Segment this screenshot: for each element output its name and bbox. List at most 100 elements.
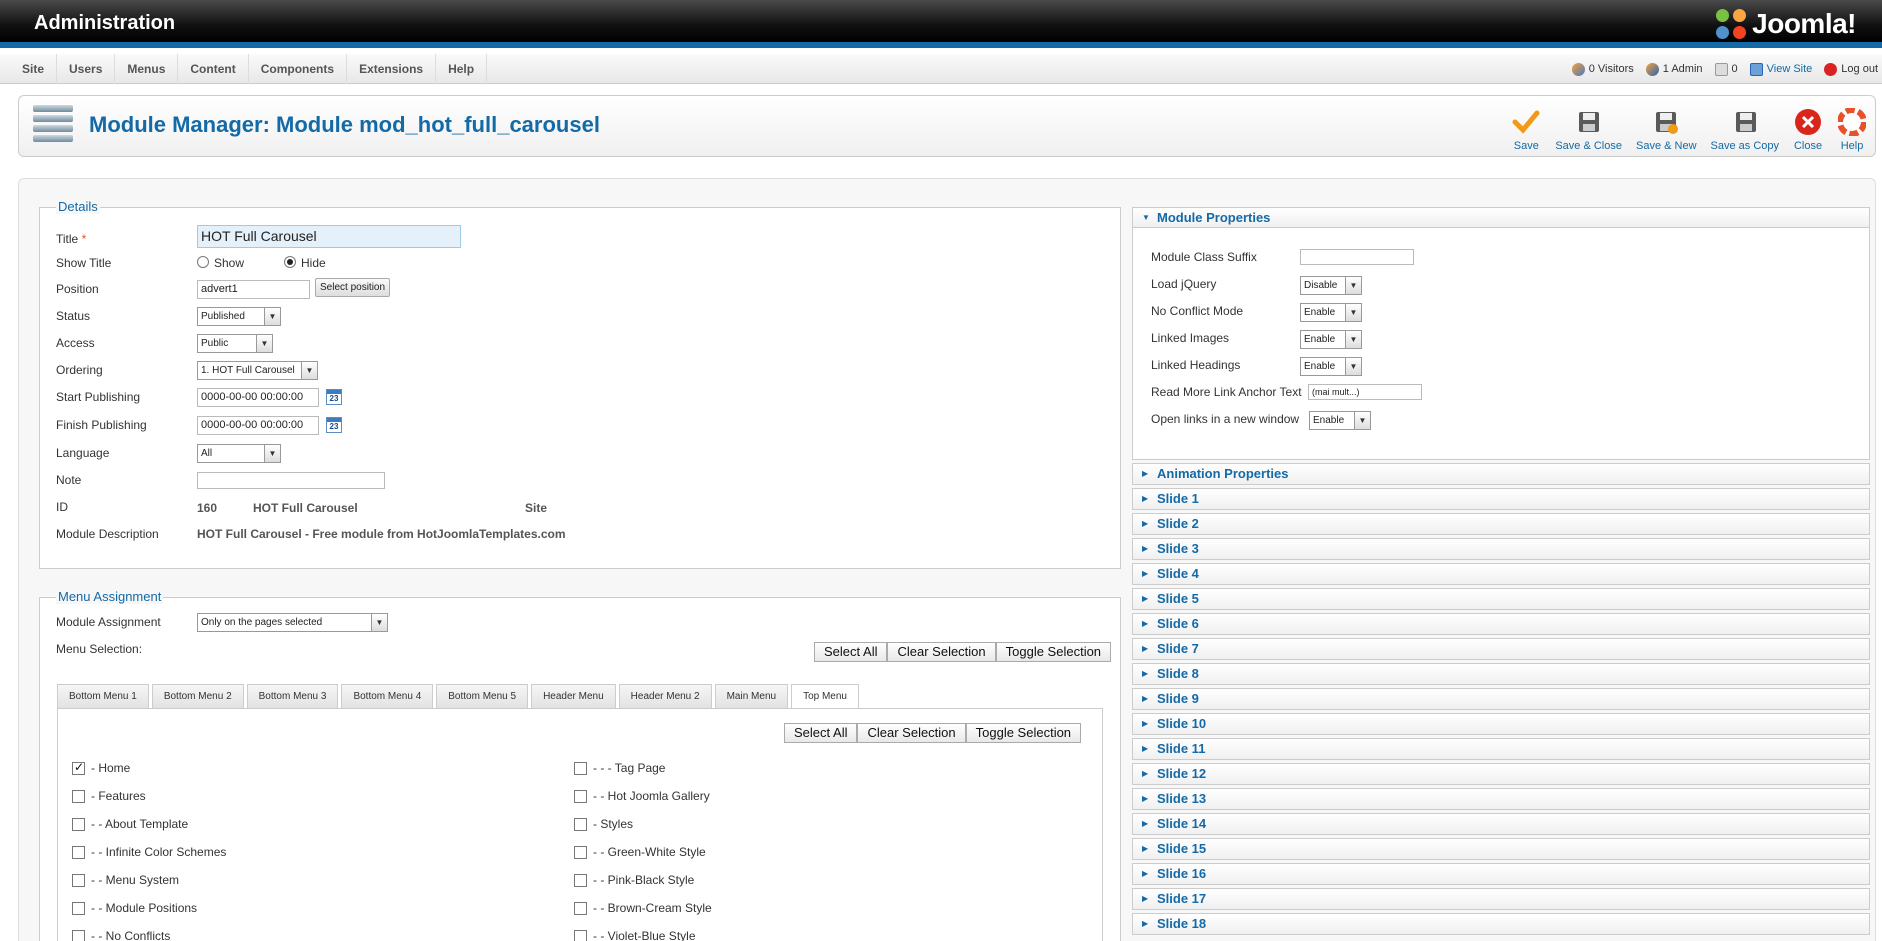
tab-clear-selection-button[interactable]: Clear Selection: [857, 723, 966, 743]
menu-content[interactable]: Content: [178, 54, 249, 84]
list-item[interactable]: - - Infinite Color Schemes: [72, 845, 226, 859]
status-select[interactable]: Published ▼: [197, 307, 281, 326]
slide-18-header[interactable]: Slide 18: [1132, 913, 1870, 935]
slide-3-header[interactable]: Slide 3: [1132, 538, 1870, 560]
save-close-button[interactable]: Save & Close: [1555, 102, 1622, 152]
tab-bottom-menu-3[interactable]: Bottom Menu 3: [246, 684, 339, 708]
list-item[interactable]: - Home: [72, 760, 130, 775]
select-all-button[interactable]: Select All: [814, 642, 888, 662]
position-input[interactable]: advert1: [197, 280, 310, 299]
close-button[interactable]: Close: [1793, 102, 1823, 152]
toggle-selection-button[interactable]: Toggle Selection: [995, 642, 1112, 662]
slide-9-header[interactable]: Slide 9: [1132, 688, 1870, 710]
slide-12-header[interactable]: Slide 12: [1132, 763, 1870, 785]
tab-top-menu[interactable]: Top Menu: [791, 684, 859, 709]
save-copy-button[interactable]: Save as Copy: [1711, 102, 1779, 152]
slide-17-header[interactable]: Slide 17: [1132, 888, 1870, 910]
calendar-icon[interactable]: 23: [326, 389, 342, 405]
menu-item-checkbox[interactable]: [72, 760, 85, 775]
animation-properties-header[interactable]: Animation Properties: [1132, 463, 1870, 485]
view-site-text[interactable]: View Site: [1767, 63, 1813, 75]
menu-components[interactable]: Components: [249, 54, 348, 84]
start-publishing-input[interactable]: 0000-00-00 00:00:00: [197, 388, 319, 407]
list-item[interactable]: - Styles: [574, 817, 633, 831]
tab-bottom-menu-4[interactable]: Bottom Menu 4: [341, 684, 434, 708]
list-item[interactable]: - - About Template: [72, 817, 188, 831]
list-item[interactable]: - - Brown-Cream Style: [574, 901, 712, 915]
menu-extensions[interactable]: Extensions: [347, 54, 437, 84]
no-conflict-select[interactable]: Enable ▼: [1300, 303, 1362, 322]
menu-item-checkbox[interactable]: [574, 929, 587, 941]
list-item[interactable]: - - Menu System: [72, 873, 179, 887]
list-item[interactable]: - - No Conflicts: [72, 929, 170, 941]
tab-main-menu[interactable]: Main Menu: [714, 684, 789, 708]
tab-bottom-menu-2[interactable]: Bottom Menu 2: [151, 684, 244, 708]
slide-10-header[interactable]: Slide 10: [1132, 713, 1870, 735]
read-more-input[interactable]: (mai mult...): [1308, 384, 1422, 400]
menu-item-checkbox[interactable]: [574, 901, 587, 915]
access-select[interactable]: Public ▼: [197, 334, 273, 353]
slide-13-header[interactable]: Slide 13: [1132, 788, 1870, 810]
list-item[interactable]: - - - Tag Page: [574, 761, 665, 775]
menu-users[interactable]: Users: [57, 54, 116, 84]
linked-headings-select[interactable]: Enable ▼: [1300, 357, 1362, 376]
logout-link[interactable]: Log out: [1824, 62, 1878, 76]
tab-select-all-button[interactable]: Select All: [784, 723, 858, 743]
ordering-select[interactable]: 1. HOT Full Carousel ▼: [197, 361, 318, 380]
save-button[interactable]: Save: [1511, 102, 1541, 152]
slide-15-header[interactable]: Slide 15: [1132, 838, 1870, 860]
slide-11-header[interactable]: Slide 11: [1132, 738, 1870, 760]
menu-item-checkbox[interactable]: [574, 761, 587, 775]
title-input[interactable]: HOT Full Carousel: [197, 225, 461, 248]
menu-item-checkbox[interactable]: [72, 817, 85, 831]
menu-item-checkbox[interactable]: [72, 929, 85, 941]
clear-selection-button[interactable]: Clear Selection: [887, 642, 996, 662]
menu-item-checkbox[interactable]: [574, 873, 587, 887]
menu-item-checkbox[interactable]: [574, 845, 587, 859]
tab-header-menu[interactable]: Header Menu: [531, 684, 616, 708]
menu-help[interactable]: Help: [436, 54, 488, 84]
menu-item-checkbox[interactable]: [574, 817, 587, 831]
module-assignment-select[interactable]: Only on the pages selected ▼: [197, 613, 388, 632]
calendar-icon[interactable]: 23: [326, 417, 342, 433]
load-jquery-select[interactable]: Disable ▼: [1300, 276, 1362, 295]
list-item[interactable]: - - Hot Joomla Gallery: [574, 789, 710, 803]
list-item[interactable]: - Features: [72, 789, 146, 803]
slide-2-header[interactable]: Slide 2: [1132, 513, 1870, 535]
linked-images-select[interactable]: Enable ▼: [1300, 330, 1362, 349]
tab-toggle-selection-button[interactable]: Toggle Selection: [965, 723, 1082, 743]
list-item[interactable]: - - Module Positions: [72, 901, 197, 915]
menu-item-checkbox[interactable]: [574, 789, 587, 803]
menu-menus[interactable]: Menus: [115, 54, 179, 84]
module-properties-header[interactable]: Module Properties: [1133, 208, 1869, 228]
slide-7-header[interactable]: Slide 7: [1132, 638, 1870, 660]
finish-publishing-input[interactable]: 0000-00-00 00:00:00: [197, 416, 319, 435]
save-new-button[interactable]: Save & New: [1636, 102, 1697, 152]
slide-5-header[interactable]: Slide 5: [1132, 588, 1870, 610]
menu-item-checkbox[interactable]: [72, 789, 85, 803]
slide-14-header[interactable]: Slide 14: [1132, 813, 1870, 835]
slide-8-header[interactable]: Slide 8: [1132, 663, 1870, 685]
list-item[interactable]: - - Green-White Style: [574, 845, 706, 859]
show-title-show-radio[interactable]: [197, 256, 209, 268]
menu-item-checkbox[interactable]: [72, 873, 85, 887]
menu-item-checkbox[interactable]: [72, 845, 85, 859]
logout-text[interactable]: Log out: [1841, 63, 1878, 75]
list-item[interactable]: - - Pink-Black Style: [574, 873, 694, 887]
menu-item-checkbox[interactable]: [72, 901, 85, 915]
slide-4-header[interactable]: Slide 4: [1132, 563, 1870, 585]
tab-bottom-menu-1[interactable]: Bottom Menu 1: [57, 684, 149, 708]
class-suffix-input[interactable]: [1300, 249, 1414, 265]
slide-6-header[interactable]: Slide 6: [1132, 613, 1870, 635]
tab-bottom-menu-5[interactable]: Bottom Menu 5: [436, 684, 529, 708]
note-input[interactable]: [197, 472, 385, 489]
language-select[interactable]: All ▼: [197, 444, 281, 463]
help-button[interactable]: Help: [1837, 102, 1867, 152]
show-title-hide-radio[interactable]: [284, 256, 296, 268]
select-position-button[interactable]: Select position: [315, 278, 391, 297]
list-item[interactable]: - - Violet-Blue Style: [574, 929, 696, 941]
menu-site[interactable]: Site: [10, 54, 58, 84]
view-site-link[interactable]: View Site: [1749, 62, 1813, 76]
slide-16-header[interactable]: Slide 16: [1132, 863, 1870, 885]
slide-1-header[interactable]: Slide 1: [1132, 488, 1870, 510]
